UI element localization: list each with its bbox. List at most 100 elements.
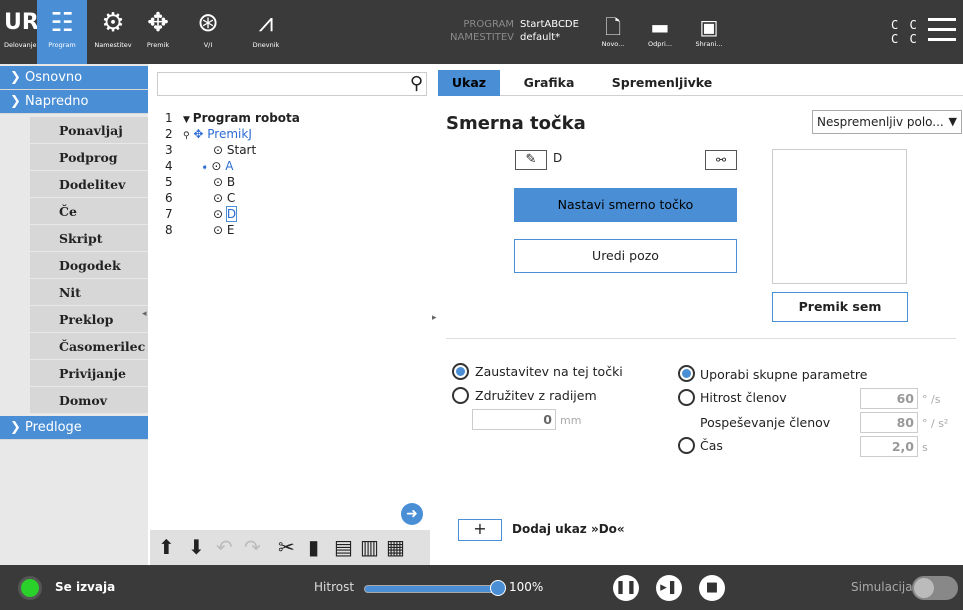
command-tabs: Ukaz Grafika Spremenljivke [438, 70, 963, 96]
save-icon: ▣ [699, 15, 719, 39]
stop-icon[interactable]: ■ [699, 575, 725, 601]
nav-section-advanced-label: Napredno [25, 94, 89, 109]
tree-row-num: 5 [165, 175, 173, 189]
time-label: Čas [700, 438, 723, 453]
tab-move[interactable]: ✥ Premik [140, 6, 176, 50]
io-icon: ⊛ [197, 8, 219, 38]
nav-item-script[interactable]: Skript [30, 225, 148, 252]
nav-item-switch[interactable]: Preklop [30, 306, 148, 333]
blend-radius-input[interactable]: 0 [472, 409, 556, 430]
radio-joint-speed[interactable] [678, 389, 695, 406]
set-waypoint-button[interactable]: Nastavi smerno točko [514, 188, 737, 222]
program-tree: 1 ▼ Program robota 2 ⚲ ✥ PremikJ 3 ⊙ Start … [165, 110, 300, 238]
speed-slider-knob[interactable] [490, 580, 506, 596]
add-until-button[interactable]: + [458, 519, 502, 541]
tree-row[interactable]: 1 ▼ Program robota [165, 110, 300, 126]
joint-accel-input[interactable]: 80 [860, 412, 918, 433]
nav-item-timer[interactable]: Časomerilec [30, 333, 148, 360]
nav-item-event[interactable]: Dogodek [30, 252, 148, 279]
tab-program[interactable]: ☷ Program [37, 0, 87, 64]
delete-icon[interactable]: ▥ [360, 536, 379, 558]
undo-icon[interactable]: ↶ [216, 536, 233, 558]
move-down-icon[interactable]: ⬇ [188, 536, 205, 558]
add-until-label: Dodaj ukaz »Do« [512, 522, 625, 536]
move-icon: ✥ [189, 127, 208, 141]
waypoint-icon: ⊙ [213, 191, 227, 205]
speed-slider[interactable] [364, 585, 498, 593]
suppress-icon[interactable]: ▦ [386, 536, 405, 558]
copy-icon[interactable]: ▮ [308, 536, 319, 558]
blend-radius-label: Združitev z radijem [475, 388, 597, 403]
tree-row[interactable]: 8 ⊙ E [165, 222, 300, 238]
pause-icon[interactable]: ❚❚ [613, 575, 639, 601]
link-icon[interactable]: ⚯ [705, 150, 737, 170]
radio-time[interactable] [678, 437, 695, 454]
time-input[interactable]: 2,0 [860, 436, 918, 457]
save-button[interactable]: ▣ Shrani... [692, 14, 726, 48]
nav-section-advanced[interactable]: ❯ Napredno [0, 90, 148, 114]
go-to-arrow-icon[interactable]: ➜ [401, 503, 423, 525]
speed-value: 100% [509, 580, 544, 594]
execution-pointer-icon: ➧ [201, 163, 212, 173]
tab-variables[interactable]: Spremenljivke [606, 70, 718, 96]
redo-icon[interactable]: ↷ [244, 536, 261, 558]
tree-row-num: 6 [165, 191, 173, 205]
status-text: Se izvaja [55, 580, 116, 594]
tab-installation[interactable]: ⚙ Namestitev [90, 6, 136, 50]
nav-item-thread[interactable]: Nit [30, 279, 148, 306]
tree-row[interactable]: 2 ⚲ ✥ PremikJ [165, 126, 300, 142]
tree-row-selected[interactable]: 7 ⊙ D [165, 206, 300, 222]
simulation-label: Simulacija [851, 580, 913, 594]
nav-item-assignment[interactable]: Dodelitev [30, 171, 148, 198]
program-name: StartABCDE [520, 19, 579, 30]
tab-graphics[interactable]: Grafika [514, 70, 584, 96]
tab-log[interactable]: ⩘ Dnevnik [244, 6, 288, 50]
open-button[interactable]: ▬ Odpri... [643, 14, 677, 48]
radio-stop-at-point[interactable] [452, 363, 469, 380]
nav-item-loop[interactable]: Ponavljaj [30, 117, 148, 144]
nav-section-templates[interactable]: ❯ Predloge [0, 416, 148, 440]
installation-icon: ⚙ [101, 8, 125, 38]
nav-item-home[interactable]: Domov [30, 387, 148, 414]
tab-command[interactable]: Ukaz [438, 70, 500, 96]
tab-io[interactable]: ⊛ V/I [188, 6, 228, 50]
tab-run[interactable]: UR Delovanje [4, 6, 39, 50]
move-here-button[interactable]: Premik sem [772, 292, 908, 322]
tree-row[interactable]: 3 ⊙ Start [165, 142, 300, 158]
collapse-handle-icon[interactable]: ◂ [142, 309, 150, 321]
connection-indicator: C C C C [891, 18, 919, 46]
waypoint-type-dropdown[interactable]: Nespremenljiv polo... ▼ [812, 110, 962, 134]
tree-row[interactable]: 6 ⊙ C [165, 190, 300, 206]
new-file-icon: 🗋 [604, 15, 622, 39]
chevron-right-icon: ❯ [10, 70, 26, 85]
hamburger-menu-icon[interactable] [928, 18, 956, 48]
cut-icon[interactable]: ✂ [278, 536, 295, 558]
edit-pose-button[interactable]: Uredi pozo [514, 239, 737, 273]
simulation-toggle[interactable] [912, 576, 958, 600]
nav-item-subprog[interactable]: Podprog [30, 144, 148, 171]
tree-row[interactable]: 5 ⊙ B [165, 174, 300, 190]
step-icon[interactable]: ▸❚ [656, 575, 682, 601]
joint-speed-input[interactable]: 60 [860, 388, 918, 409]
program-icon: ☷ [50, 8, 74, 38]
tree-row[interactable]: 4 ➧ ⊙ A [165, 158, 300, 174]
nav-section-basic[interactable]: ❯ Osnovno [0, 66, 148, 90]
rename-pencil-icon[interactable]: ✎ [515, 150, 547, 170]
tree-row-num: 7 [165, 207, 173, 221]
tree-search-input[interactable]: ⚲ [157, 72, 427, 96]
open-folder-icon: ▬ [650, 15, 670, 39]
tab-program-label: Program [48, 41, 76, 49]
tab-io-label: V/I [203, 41, 213, 49]
nav-item-if[interactable]: Če [30, 198, 148, 225]
move-up-icon[interactable]: ⬆ [158, 536, 175, 558]
search-icon[interactable]: ⚲ [410, 73, 423, 95]
expand-icon[interactable]: ▼ [183, 115, 193, 125]
radio-blend-radius[interactable] [452, 387, 469, 404]
new-button[interactable]: 🗋 Novo... [596, 14, 630, 48]
power-status-icon[interactable] [18, 576, 42, 600]
radio-shared-params[interactable] [678, 365, 695, 382]
waypoint-name: D [553, 151, 563, 165]
nav-item-screwing[interactable]: Privijanje [30, 360, 148, 387]
paste-icon[interactable]: ▤ [334, 536, 353, 558]
log-icon: ⩘ [258, 8, 274, 38]
